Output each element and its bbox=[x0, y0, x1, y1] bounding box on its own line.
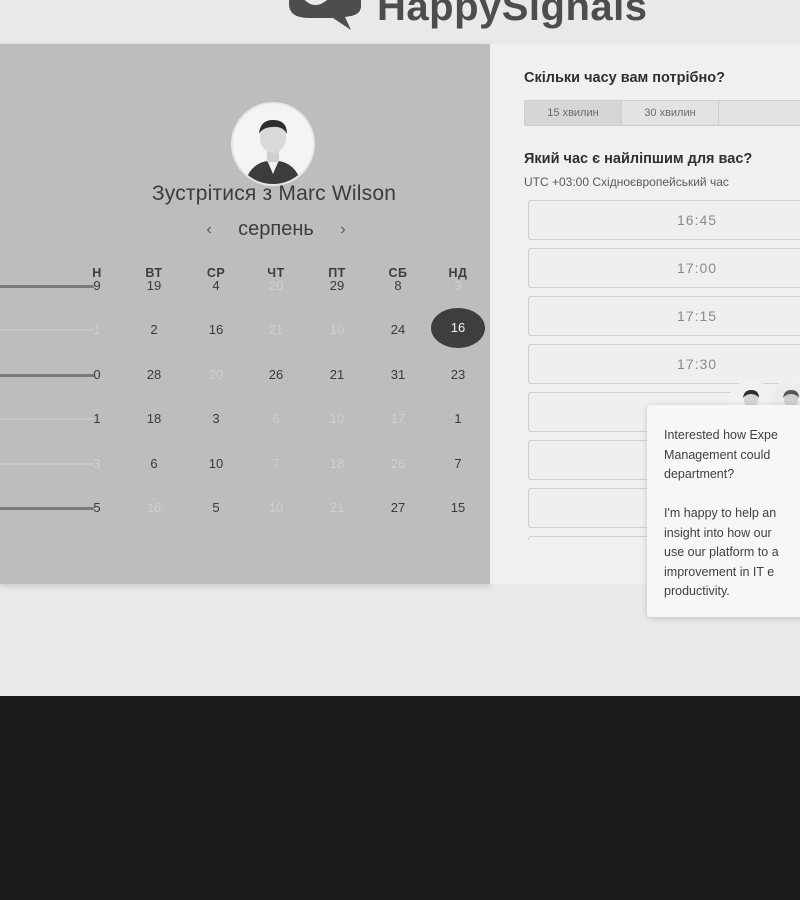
calendar-day: 16 bbox=[146, 500, 162, 515]
duration-option-30[interactable]: 30 хвилин bbox=[622, 101, 719, 125]
calendar-panel: Зустрітися з Marc Wilson ‹ серпень › Н ВТ… bbox=[0, 44, 490, 584]
chat-message-line: insight into how our bbox=[664, 525, 772, 540]
calendar-day[interactable]: 7 bbox=[438, 456, 478, 471]
calendar-day: 10 bbox=[268, 500, 284, 515]
calendar-week-row: 0 28 20 26 21 31 23 bbox=[0, 367, 490, 397]
calendar-day[interactable]: 10 bbox=[196, 456, 236, 471]
calendar-day: 20 bbox=[208, 367, 224, 382]
meeting-title: Зустрітися з Marc Wilson bbox=[151, 182, 397, 205]
time-slot[interactable]: 17:15 bbox=[528, 296, 800, 336]
month-navigation: ‹ серпень › bbox=[200, 218, 352, 241]
chat-message-line: use our platform to a bbox=[664, 545, 779, 559]
scheduler-page: HappySignals Зустрітися з Marc Wilson ‹ … bbox=[0, 0, 800, 696]
happysignals-logo: HappySignals bbox=[285, 0, 648, 32]
chevron-right-icon[interactable]: › bbox=[334, 221, 352, 239]
calendar-day: 3 bbox=[454, 278, 462, 293]
calendar-day: 21 bbox=[268, 322, 284, 337]
time-slot[interactable]: 16:45 bbox=[528, 200, 800, 240]
calendar-day[interactable]: 0 bbox=[77, 367, 117, 382]
chevron-left-icon[interactable]: ‹ bbox=[200, 221, 218, 239]
calendar-day[interactable]: 18 bbox=[134, 411, 174, 426]
calendar-day[interactable]: 23 bbox=[438, 367, 478, 382]
calendar-day[interactable]: 31 bbox=[378, 367, 418, 382]
calendar-day: 10 bbox=[329, 322, 345, 337]
page-footer-band bbox=[0, 696, 800, 900]
calendar-week-row: 9 19 4 20 29 8 3 bbox=[0, 278, 490, 308]
calendar-day: 1 bbox=[93, 322, 101, 337]
chat-popup[interactable]: Interested how Expe Management could dep… bbox=[647, 405, 800, 617]
calendar-day[interactable]: 5 bbox=[77, 500, 117, 515]
calendar-day: 18 bbox=[329, 456, 345, 471]
calendar-day[interactable]: 28 bbox=[134, 367, 174, 382]
duration-option-more[interactable] bbox=[719, 101, 800, 125]
calendar-day: 26 bbox=[390, 456, 406, 471]
calendar-day[interactable]: 24 bbox=[378, 322, 418, 337]
chat-message-line: department? bbox=[664, 467, 735, 481]
time-question: Який час є найліпшим для вас? bbox=[524, 151, 753, 167]
chat-message-line: productivity. bbox=[664, 584, 730, 598]
calendar-day[interactable]: 3 bbox=[196, 411, 236, 426]
calendar-day[interactable]: 26 bbox=[256, 367, 296, 382]
calendar-day: 17 bbox=[390, 411, 406, 426]
chat-message-line: Management could bbox=[664, 447, 771, 462]
brand-name: HappySignals bbox=[377, 0, 648, 29]
calendar-day[interactable]: 8 bbox=[378, 278, 418, 293]
calendar-day[interactable]: 5 bbox=[196, 500, 236, 515]
host-avatar bbox=[233, 104, 313, 184]
calendar-day[interactable]: 2 bbox=[134, 322, 174, 337]
calendar-day[interactable]: 21 bbox=[317, 367, 357, 382]
calendar-day[interactable]: 1 bbox=[438, 411, 478, 426]
calendar-day: 7 bbox=[272, 456, 280, 471]
calendar-week-row: 1 18 3 6 10 17 1 bbox=[0, 411, 490, 441]
calendar-day-selected[interactable]: 16 bbox=[431, 308, 485, 348]
calendar-day[interactable]: 15 bbox=[438, 500, 478, 515]
calendar-week-row: 5 16 5 10 21 27 15 bbox=[0, 500, 490, 530]
calendar-day: 10 bbox=[329, 411, 345, 426]
calendar-day[interactable]: 9 bbox=[77, 278, 117, 293]
calendar-day[interactable]: 27 bbox=[378, 500, 418, 515]
current-month: серпень bbox=[238, 218, 314, 240]
calendar-day[interactable]: 19 bbox=[134, 278, 174, 293]
calendar-day: 3 bbox=[93, 456, 101, 471]
calendar-day[interactable]: 4 bbox=[196, 278, 236, 293]
duration-option-15[interactable]: 15 хвилин bbox=[525, 101, 622, 125]
logo-bubble-icon bbox=[289, 0, 361, 30]
chat-message-line: I'm happy to help an bbox=[664, 506, 777, 520]
time-slot[interactable]: 17:30 bbox=[528, 344, 800, 384]
calendar-day[interactable]: 1 bbox=[77, 411, 117, 426]
calendar-day: 21 bbox=[329, 500, 345, 515]
calendar-week-row: 3 6 10 7 18 26 7 bbox=[0, 456, 490, 486]
chat-message-line: improvement in IT e bbox=[664, 564, 775, 579]
calendar-day[interactable]: 16 bbox=[196, 322, 236, 337]
calendar-day: 20 bbox=[268, 278, 284, 293]
duration-selector: 15 хвилин 30 хвилин bbox=[524, 100, 800, 126]
calendar-day: 6 bbox=[272, 411, 280, 426]
calendar-week-row: 1 2 16 21 10 24 16 bbox=[0, 308, 490, 352]
chat-message-line: Interested how Expe bbox=[664, 428, 778, 442]
duration-question: Скільки часу вам потрібно? bbox=[524, 70, 725, 86]
timezone-label: UTC +03:00 Східноєвропейський час bbox=[524, 175, 729, 189]
time-slot[interactable]: 17:00 bbox=[528, 248, 800, 288]
calendar-day[interactable]: 6 bbox=[134, 456, 174, 471]
person-photo-icon bbox=[233, 104, 313, 184]
calendar-day[interactable]: 29 bbox=[317, 278, 357, 293]
